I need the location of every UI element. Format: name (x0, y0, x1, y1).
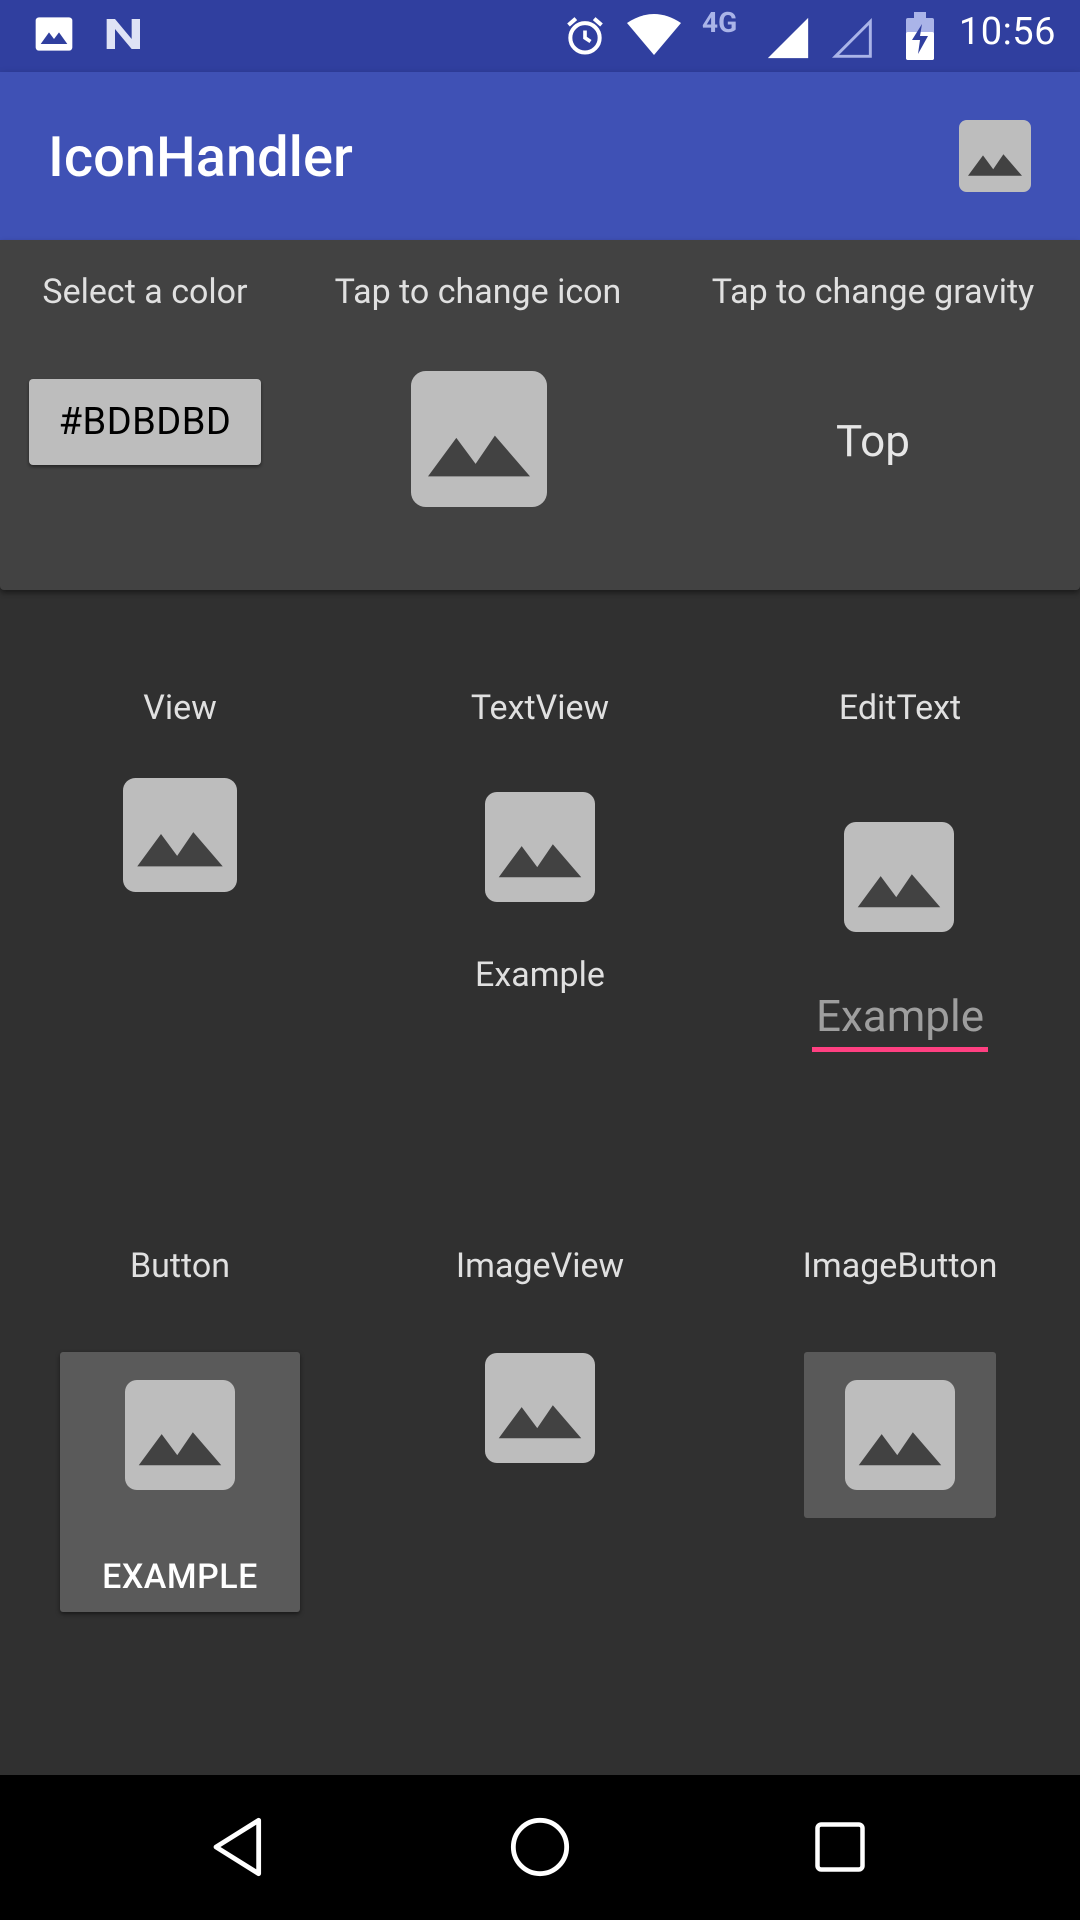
button-image-icon (125, 1380, 235, 1490)
imagebutton-label: ImageButton (802, 1246, 998, 1286)
textview-label: TextView (470, 688, 610, 728)
back-icon (213, 1817, 262, 1877)
example-image-button[interactable] (804, 1352, 996, 1518)
icon-selector-image-icon[interactable] (411, 371, 547, 507)
textview-example-text: Example (475, 955, 605, 995)
status-time: 10:56 (958, 10, 1056, 54)
network-type-label: 4G (702, 6, 738, 39)
edittext-label: EditText (838, 688, 962, 728)
example-button[interactable]: EXAMPLE (60, 1352, 300, 1612)
change-gravity-label: Tap to change gravity (711, 272, 1035, 312)
edittext-example-input[interactable] (812, 984, 988, 1052)
imageview-image-icon (485, 1353, 595, 1463)
home-button[interactable] (490, 1797, 590, 1897)
view-label: View (143, 688, 217, 728)
change-icon-label: Tap to change icon (334, 272, 622, 312)
navigation-bar (0, 1775, 1080, 1920)
home-icon (510, 1817, 570, 1877)
button-label: Button (129, 1246, 230, 1286)
back-button[interactable] (190, 1797, 290, 1897)
controls-card: Select a color Tap to change icon Tap to… (0, 240, 1080, 590)
app-bar: IconHandler (0, 72, 1080, 240)
color-picker-button[interactable]: #BDBDBD (29, 379, 261, 465)
recents-button[interactable] (790, 1797, 890, 1897)
wifi-icon (627, 14, 681, 55)
imagebutton-image-icon (845, 1380, 955, 1490)
image-notification-icon (35, 17, 73, 51)
textview-image-icon (485, 792, 595, 902)
status-bar: 4G 10:56 (0, 0, 1080, 72)
recents-icon (815, 1822, 865, 1872)
n-notification-icon (106, 19, 140, 49)
app-title: IconHandler (48, 124, 353, 190)
select-color-label: Select a color (42, 272, 248, 312)
alarm-icon (567, 17, 603, 55)
imageview-label: ImageView (455, 1246, 625, 1286)
signal-empty-icon (831, 17, 872, 58)
gravity-selector[interactable]: Top (760, 415, 986, 467)
example-button-label: EXAMPLE (102, 1557, 258, 1597)
image-icon[interactable] (959, 120, 1031, 192)
view-image-icon (123, 778, 237, 892)
edittext-image-icon (844, 822, 954, 932)
signal-icon (767, 17, 809, 59)
battery-charging-icon (906, 12, 934, 60)
